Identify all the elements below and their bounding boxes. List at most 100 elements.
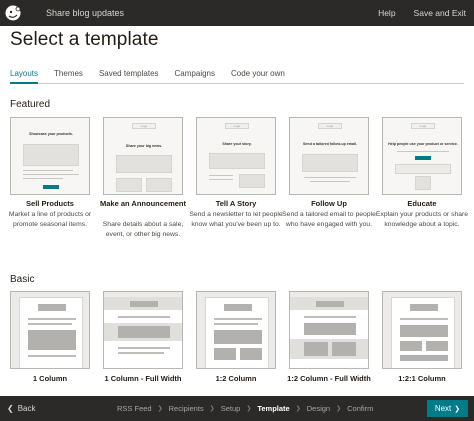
preview-heading: Showcase your products. bbox=[29, 132, 73, 136]
template-tabs: Layouts Themes Saved templates Campaigns… bbox=[10, 68, 464, 84]
chevron-left-icon: ❮ bbox=[7, 404, 14, 413]
template-preview[interactable]: Logo Share your big news. bbox=[103, 117, 183, 195]
preview-text-line bbox=[28, 355, 76, 357]
preview-text-line bbox=[209, 175, 233, 176]
page-title: Select a template bbox=[10, 29, 159, 50]
step-confirm[interactable]: Confirm bbox=[347, 404, 373, 413]
template-description: Explain your products or share knowledge… bbox=[375, 211, 469, 228]
template-preview[interactable]: Showcase your products. bbox=[10, 117, 90, 195]
basic-heading: Basic bbox=[10, 274, 35, 285]
chevron-right-icon: ❯ bbox=[336, 406, 342, 412]
preview-text-line bbox=[118, 352, 164, 354]
preview-page bbox=[19, 297, 83, 368]
preview-heading: Share your story. bbox=[222, 142, 252, 146]
template-description: Market a line of products or promote sea… bbox=[8, 211, 92, 228]
template-preview[interactable]: Logo Send a tailored follow-up email. bbox=[289, 117, 369, 195]
step-design[interactable]: Design bbox=[307, 404, 330, 413]
back-button[interactable]: ❮ Back bbox=[7, 404, 36, 413]
template-preview[interactable] bbox=[382, 291, 462, 369]
preview-page bbox=[391, 297, 455, 368]
template-description: Send a newsletter to let people know wha… bbox=[189, 211, 283, 228]
template-name: Follow Up bbox=[311, 199, 347, 208]
preview-band bbox=[395, 164, 451, 174]
preview-text-line bbox=[23, 174, 79, 175]
preview-text-line bbox=[23, 170, 73, 171]
chevron-right-icon: ❯ bbox=[295, 406, 301, 412]
preview-image-block bbox=[118, 326, 170, 338]
template-name: Sell Products bbox=[26, 199, 74, 208]
template-preview[interactable]: Logo Share your story. bbox=[196, 117, 276, 195]
footer-bar: ❮ Back RSS Feed ❯ Recipients ❯ Setup ❯ T… bbox=[0, 396, 474, 421]
preview-logo: Logo bbox=[318, 123, 342, 129]
preview-page bbox=[104, 297, 182, 368]
preview-logo: Logo bbox=[411, 123, 435, 129]
preview-button bbox=[415, 156, 431, 160]
mailchimp-logo-icon[interactable] bbox=[0, 0, 26, 26]
chevron-right-icon: ❯ bbox=[157, 406, 163, 412]
preview-text-line bbox=[28, 318, 76, 320]
preview-image-block bbox=[400, 341, 422, 351]
step-rss-feed[interactable]: RSS Feed bbox=[117, 404, 152, 413]
preview-logo-block bbox=[130, 301, 158, 307]
chevron-right-icon: ❯ bbox=[246, 406, 252, 412]
preview-image-block bbox=[304, 342, 328, 356]
template-description: Send a tailored email to people who have… bbox=[282, 211, 376, 228]
template-name: 1 Column bbox=[32, 374, 68, 383]
preview-heading: Send a tailored follow-up email. bbox=[303, 142, 357, 146]
preview-logo: Logo bbox=[225, 123, 249, 129]
template-preview[interactable] bbox=[289, 291, 369, 369]
help-link[interactable]: Help bbox=[378, 8, 395, 18]
next-button[interactable]: Next ❯ bbox=[427, 400, 468, 417]
preview-text-line bbox=[214, 318, 262, 320]
preview-image-block bbox=[28, 330, 76, 350]
preview-image-block bbox=[332, 342, 356, 356]
preview-text-line bbox=[214, 323, 258, 325]
preview-logo-block bbox=[38, 304, 66, 311]
step-template[interactable]: Template bbox=[257, 404, 289, 413]
preview-image bbox=[23, 144, 79, 166]
preview-image bbox=[302, 154, 358, 172]
preview-image-block bbox=[214, 330, 262, 344]
preview-text-line bbox=[304, 177, 356, 178]
preview-image-block bbox=[400, 325, 448, 337]
campaign-title: Share blog updates bbox=[46, 8, 125, 18]
template-name: Make an Announcement bbox=[100, 199, 186, 208]
preview-logo-block bbox=[316, 301, 344, 307]
chevron-right-icon: ❯ bbox=[209, 406, 215, 412]
preview-logo-block bbox=[224, 304, 252, 311]
step-setup[interactable]: Setup bbox=[221, 404, 241, 413]
template-name: Tell A Story bbox=[215, 199, 257, 208]
preview-text-line bbox=[118, 347, 170, 349]
save-and-exit-link[interactable]: Save and Exit bbox=[414, 8, 466, 18]
preview-image-block bbox=[304, 323, 356, 335]
template-name: 1:2 Column - Full Width bbox=[287, 374, 371, 383]
preview-band bbox=[290, 339, 368, 359]
tab-saved-templates[interactable]: Saved templates bbox=[99, 68, 159, 84]
preview-heading: Help people use your product or service. bbox=[388, 142, 458, 146]
preview-text-line bbox=[209, 179, 233, 180]
tab-themes[interactable]: Themes bbox=[54, 68, 83, 84]
preview-image-block bbox=[426, 341, 448, 351]
preview-image bbox=[415, 176, 431, 190]
template-description: Share details about a sale, event, or ot… bbox=[102, 221, 184, 238]
template-name: Educate bbox=[407, 199, 437, 208]
preview-page bbox=[290, 297, 368, 368]
preview-image bbox=[146, 178, 172, 192]
template-name: 1:2:1 Column bbox=[398, 374, 446, 383]
preview-text-line bbox=[400, 318, 448, 320]
preview-text-line bbox=[310, 181, 350, 182]
template-name: 1:2 Column bbox=[215, 374, 257, 383]
featured-heading: Featured bbox=[10, 99, 51, 110]
preview-text-line bbox=[118, 316, 170, 318]
tab-layouts[interactable]: Layouts bbox=[10, 68, 39, 84]
tab-campaigns[interactable]: Campaigns bbox=[175, 68, 215, 84]
template-preview[interactable]: Logo Help people use your product or ser… bbox=[382, 117, 462, 195]
template-preview[interactable] bbox=[196, 291, 276, 369]
step-recipients[interactable]: Recipients bbox=[169, 404, 204, 413]
preview-image-block bbox=[400, 355, 448, 361]
template-preview[interactable] bbox=[10, 291, 90, 369]
template-name: 1 Column - Full Width bbox=[104, 374, 182, 383]
tab-code-your-own[interactable]: Code your own bbox=[231, 68, 285, 84]
campaign-steps: RSS Feed ❯ Recipients ❯ Setup ❯ Template… bbox=[117, 396, 373, 421]
template-preview[interactable] bbox=[103, 291, 183, 369]
